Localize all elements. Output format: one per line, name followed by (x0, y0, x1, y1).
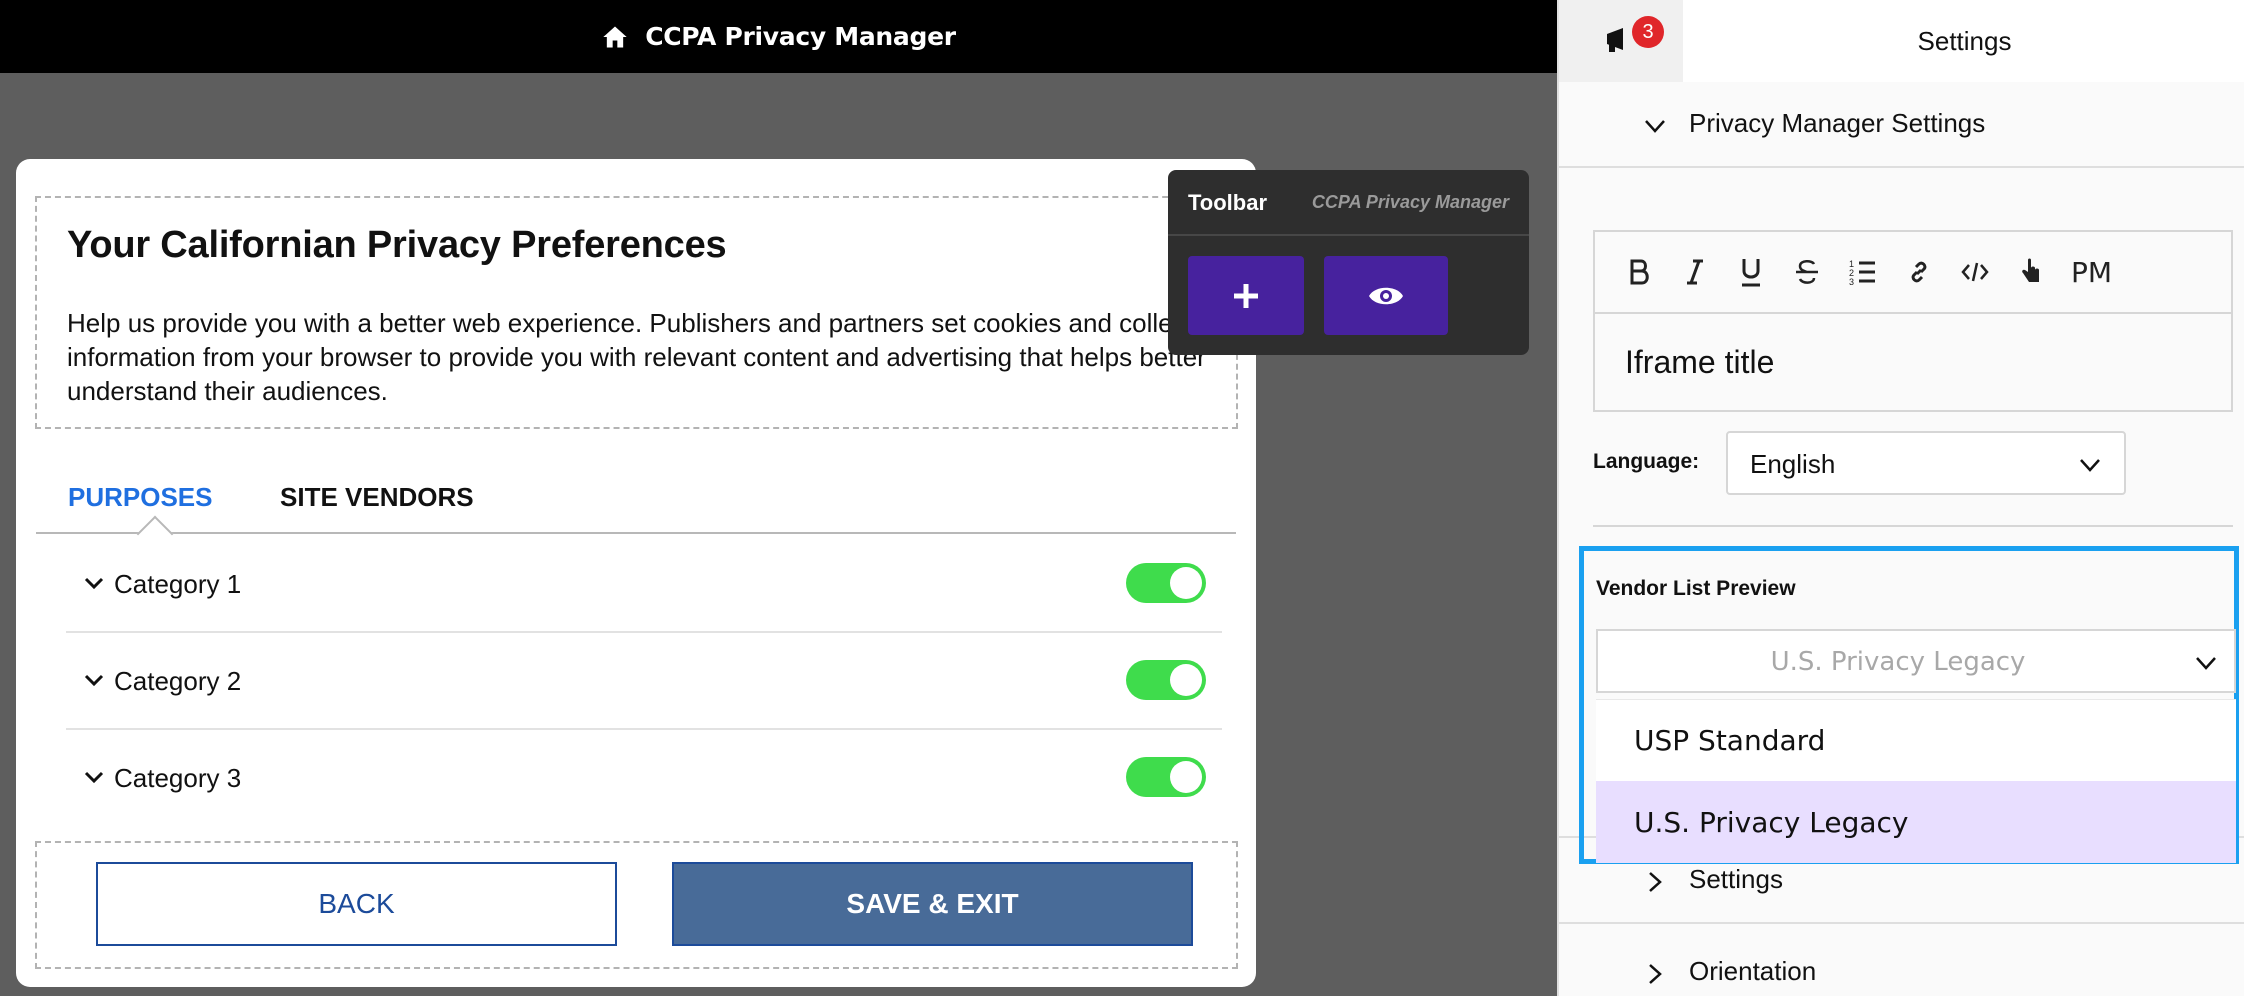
italic-icon[interactable] (1679, 256, 1711, 288)
category-toggle[interactable] (1126, 563, 1206, 603)
strikethrough-icon[interactable] (1791, 256, 1823, 288)
floating-toolbar: Toolbar CCPA Privacy Manager (1168, 170, 1529, 355)
add-element-button[interactable] (1188, 256, 1304, 335)
section-label: Settings (1689, 864, 1783, 894)
underline-icon[interactable] (1735, 256, 1767, 288)
home-icon[interactable] (601, 23, 629, 51)
chevron-down-icon (2080, 459, 2100, 472)
section-label: Orientation (1689, 956, 1817, 986)
chevron-right-icon (1649, 964, 1662, 984)
vendor-list-value: U.S. Privacy Legacy (1770, 647, 2026, 677)
panel-header: 3 Settings (1559, 0, 2244, 82)
language-value: English (1750, 449, 1836, 479)
chevron-down-icon (2196, 657, 2216, 670)
section-label: Privacy Manager Settings (1689, 108, 1986, 138)
toggle-knob (1170, 567, 1202, 599)
chevron-down-icon (1645, 120, 1665, 133)
dropdown-option-usp-standard[interactable]: USP Standard (1596, 699, 2236, 781)
svg-text:3: 3 (1849, 277, 1854, 286)
top-bar: CCPA Privacy Manager (0, 0, 1557, 73)
preview-stage: Your Californian Privacy Preferences Hel… (0, 73, 1557, 996)
chevron-down-icon[interactable] (82, 668, 106, 692)
pm-tool[interactable]: PM (2071, 256, 2112, 289)
category-row[interactable]: Category 1 (66, 537, 1222, 633)
vendor-list-preview: Vendor List Preview U.S. Privacy Legacy … (1579, 546, 2239, 864)
eye-icon (1369, 287, 1403, 304)
category-label: Category 3 (114, 763, 242, 793)
toolbar-header: Toolbar CCPA Privacy Manager (1168, 170, 1529, 236)
modal-header-box[interactable]: Your Californian Privacy Preferences Hel… (35, 196, 1238, 429)
settings-panel: 3 Settings Privacy Manager Settings 123 … (1557, 0, 2244, 996)
preview-button[interactable] (1324, 256, 1448, 335)
vendor-list-label: Vendor List Preview (1596, 577, 1796, 600)
chevron-down-icon[interactable] (82, 571, 106, 595)
toggle-knob (1170, 761, 1202, 793)
code-icon[interactable] (1959, 256, 1991, 288)
tab-bar: PURPOSES SITE VENDORS (36, 464, 1236, 553)
category-toggle[interactable] (1126, 660, 1206, 700)
toggle-knob (1170, 664, 1202, 696)
bold-icon[interactable] (1623, 256, 1655, 288)
back-button[interactable]: BACK (96, 862, 617, 946)
editor-content[interactable]: Iframe title (1625, 344, 1774, 381)
tab-site-vendors[interactable]: SITE VENDORS (280, 482, 474, 513)
orientation-section[interactable]: Orientation (1559, 930, 2244, 996)
vendor-list-select[interactable]: U.S. Privacy Legacy (1596, 629, 2236, 693)
privacy-modal: Your Californian Privacy Preferences Hel… (16, 159, 1256, 987)
toolbar-subtitle: CCPA Privacy Manager (1311, 192, 1509, 212)
chevron-right-icon (1649, 872, 1662, 892)
category-label: Category 1 (114, 569, 242, 599)
language-label: Language: (1593, 450, 1700, 473)
pointer-icon[interactable] (2015, 256, 2047, 288)
app-title: CCPA Privacy Manager (645, 22, 956, 51)
language-select[interactable]: English (1726, 431, 2126, 495)
save-exit-button[interactable]: SAVE & EXIT (672, 862, 1193, 946)
category-toggle[interactable] (1126, 757, 1206, 797)
privacy-manager-settings-section[interactable]: Privacy Manager Settings (1559, 82, 2244, 168)
category-row[interactable]: Category 2 (66, 634, 1222, 730)
link-icon[interactable] (1903, 256, 1935, 288)
notifications-button[interactable]: 3 (1559, 0, 1683, 82)
list-icon[interactable]: 123 (1847, 256, 1879, 288)
chevron-down-icon[interactable] (82, 765, 106, 789)
panel-title: Settings (1917, 25, 2012, 56)
rich-text-editor: 123 PM Iframe title (1593, 230, 2233, 412)
modal-heading: Your Californian Privacy Preferences (67, 224, 727, 266)
modal-description: Help us provide you with a better web ex… (67, 308, 1206, 406)
editor-toolbar: 123 PM (1595, 232, 2231, 314)
divider (1593, 525, 2233, 527)
dropdown-option-us-privacy-legacy[interactable]: U.S. Privacy Legacy (1596, 781, 2236, 863)
modal-footer-box[interactable]: BACK SAVE & EXIT (35, 841, 1238, 969)
plus-icon (1234, 283, 1258, 308)
tab-purposes[interactable]: PURPOSES (68, 482, 213, 513)
toolbar-label: Toolbar (1188, 190, 1268, 215)
category-row[interactable]: Category 3 (66, 731, 1222, 827)
notification-badge: 3 (1632, 16, 1664, 48)
category-label: Category 2 (114, 666, 242, 696)
